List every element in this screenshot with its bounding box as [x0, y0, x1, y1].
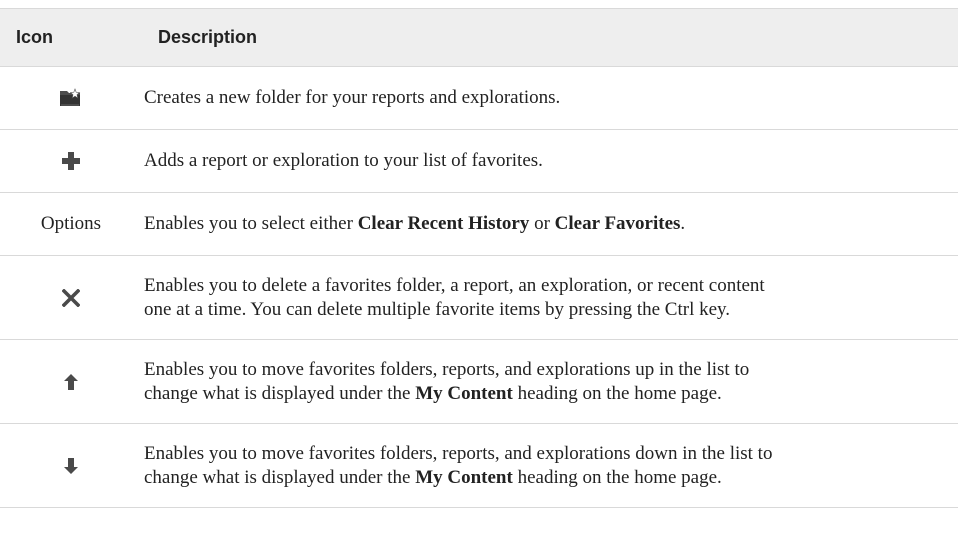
header-description-column: Description	[158, 27, 258, 47]
new-folder-icon	[59, 88, 83, 108]
table-row: Enables you to move favorites folders, r…	[0, 340, 958, 424]
description-text: or	[529, 213, 555, 234]
options-label: Options	[40, 213, 102, 234]
table-header-row: Icon Description	[0, 8, 958, 67]
my-content-term: My Content	[415, 382, 513, 404]
table-row: Adds a report or exploration to your lis…	[0, 130, 958, 193]
icon-cell	[0, 130, 142, 193]
icon-cell: Options	[0, 193, 142, 256]
header-icon-column: Icon	[16, 27, 54, 47]
description-cell: Enables you to delete a favorites folder…	[142, 256, 958, 340]
description-text: change what is displayed under the	[144, 382, 416, 404]
clear-favorites-term: Clear Favorites	[554, 213, 681, 234]
icon-cell	[0, 424, 142, 508]
icon-cell	[0, 340, 142, 424]
table-row: Creates a new folder for your reports an…	[0, 67, 958, 130]
description-cell: Adds a report or exploration to your lis…	[144, 150, 543, 171]
description-cell: Enables you to move favorites folders, r…	[142, 424, 958, 508]
icon-description-table: Icon Description Creates a new folder fo…	[0, 8, 958, 508]
arrow-up-icon	[64, 373, 78, 390]
description-line: one at a time. You can delete multiple f…	[144, 298, 731, 320]
description-cell: Enables you to select either Clear Recen…	[142, 193, 958, 256]
icon-cell	[0, 256, 142, 340]
description-text: Enables you to select either	[144, 213, 358, 234]
description-text: change what is displayed under the	[144, 466, 416, 488]
icon-cell	[0, 67, 142, 130]
clear-recent-history-term: Clear Recent History	[357, 213, 530, 234]
description-line: change what is displayed under the My Co…	[144, 466, 944, 490]
table-row: Enables you to move favorites folders, r…	[0, 424, 958, 508]
description-text: heading on the home page.	[512, 466, 722, 488]
description-cell: Enables you to move favorites folders, r…	[142, 340, 958, 424]
description-text: .	[680, 213, 686, 234]
description-line: Enables you to delete a favorites folder…	[144, 274, 765, 296]
description-line: Enables you to move favorites folders, r…	[144, 358, 750, 380]
delete-x-icon	[61, 288, 81, 308]
table-row: Options Enables you to select either Cle…	[0, 193, 958, 256]
description-line: Enables you to move favorites folders, r…	[144, 442, 773, 464]
plus-icon	[62, 152, 80, 171]
description-cell: Creates a new folder for your reports an…	[144, 87, 561, 108]
description-text: heading on the home page.	[512, 382, 722, 404]
my-content-term: My Content	[415, 466, 513, 488]
description-line: change what is displayed under the My Co…	[144, 382, 944, 406]
arrow-down-icon	[64, 457, 78, 474]
table-row: Enables you to delete a favorites folder…	[0, 256, 958, 340]
